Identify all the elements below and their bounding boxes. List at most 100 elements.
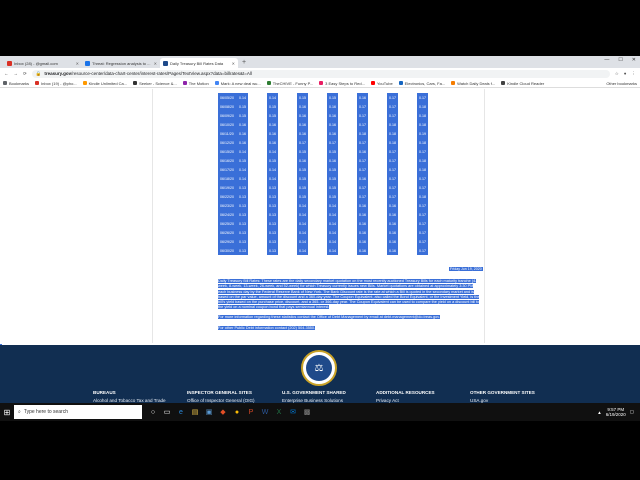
spacer-cell <box>308 138 327 147</box>
footer-column: BUREAUS Alcohol and Tobacco Tax and Trade <box>93 390 179 404</box>
spacer-cell <box>398 147 417 156</box>
close-window-button[interactable]: ✕ <box>632 57 636 63</box>
tab-favicon <box>7 60 12 66</box>
bookmark-item[interactable]: Mark: A new deal wu... <box>214 81 261 86</box>
profile-icon[interactable]: ● <box>624 71 627 76</box>
spacer-cell <box>308 111 327 120</box>
taskbar-app-icon[interactable]: ▩ <box>300 403 314 421</box>
taskbar-app-icon[interactable]: ● <box>230 403 244 421</box>
network-icon[interactable]: ▲ <box>597 410 601 415</box>
rate-cell: 0.16 <box>327 102 338 111</box>
menu-icon[interactable]: ⋮ <box>632 71 637 77</box>
footer-heading: ADDITIONAL RESOURCES <box>376 390 435 395</box>
bookmark-item[interactable]: TheCHIVE - Funny P... <box>266 81 313 86</box>
spacer-cell <box>248 129 267 138</box>
spacer-cell <box>308 129 327 138</box>
start-button[interactable]: ⊞ <box>0 403 14 421</box>
tab-title: Threat: Regression analysis to ... <box>92 60 151 66</box>
rate-cell: 0.14 <box>267 174 278 183</box>
date-cell: 06/29/20 <box>218 237 237 246</box>
taskbar-app-icon[interactable]: ✉ <box>286 403 300 421</box>
bookmark-item[interactable]: Electronics, Cars, Fa... <box>398 81 445 86</box>
clock[interactable]: 9:57 PM 6/19/2020 <box>606 407 626 418</box>
spacer-cell <box>368 219 387 228</box>
spacer-cell <box>308 246 327 255</box>
taskbar-app-icon[interactable]: ▣ <box>202 403 216 421</box>
star-icon[interactable]: ☆ <box>615 71 619 77</box>
minimize-button[interactable]: — <box>604 57 609 63</box>
spacer-cell <box>278 174 297 183</box>
spacer-cell <box>308 147 327 156</box>
rate-cell: 0.15 <box>297 183 308 192</box>
rate-cell: 0.17 <box>357 138 368 147</box>
rate-cell: 0.17 <box>357 183 368 192</box>
spacer-cell <box>278 156 297 165</box>
spacer-cell <box>248 120 267 129</box>
bookmark-favicon <box>35 81 40 85</box>
bookmark-item[interactable]: Bookmarks <box>3 81 29 86</box>
rate-cell: 0.13 <box>267 183 278 192</box>
bookmark-item[interactable]: Inbox (19) - @pho... <box>35 81 77 86</box>
back-icon[interactable]: ← <box>4 71 9 76</box>
close-tab-icon[interactable]: ✕ <box>76 61 79 66</box>
spacer-cell <box>308 237 327 246</box>
other-bookmarks[interactable]: Other bookmarks <box>606 81 637 86</box>
bookmark-item[interactable]: Seeker - Science &... <box>133 81 177 86</box>
forward-icon[interactable]: → <box>14 71 19 76</box>
rate-cell: 0.18 <box>417 102 428 111</box>
spacer-cell <box>398 138 417 147</box>
rate-cell: 0.17 <box>327 138 338 147</box>
taskbar-search[interactable]: ⌕ Type here to search <box>14 405 142 419</box>
taskbar-app-icon[interactable]: ○ <box>146 403 160 421</box>
rate-cell: 0.15 <box>327 192 338 201</box>
spacer-cell <box>398 192 417 201</box>
taskbar-app-icon[interactable]: X <box>272 403 286 421</box>
spacer-cell <box>278 228 297 237</box>
bookmark-item[interactable]: The Motion <box>182 81 209 86</box>
spacer-cell <box>368 120 387 129</box>
notifications-icon[interactable]: ▢ <box>630 409 634 415</box>
rate-cell: 0.17 <box>417 237 428 246</box>
taskbar-app-icon[interactable]: ◆ <box>216 403 230 421</box>
search-icon: ⌕ <box>18 409 21 415</box>
rate-cell: 0.16 <box>297 111 308 120</box>
spacer-cell <box>278 102 297 111</box>
rate-cell: 0.17 <box>357 156 368 165</box>
taskbar-app-icon[interactable]: P <box>244 403 258 421</box>
spacer-cell <box>338 93 357 102</box>
rate-cell: 0.17 <box>417 93 428 102</box>
rate-cell: 0.14 <box>237 93 248 102</box>
close-tab-icon[interactable]: ✕ <box>154 61 157 66</box>
spacer-cell <box>308 102 327 111</box>
bookmark-item[interactable]: Kindle Cloud Reader <box>501 81 544 86</box>
reload-icon[interactable]: ⟳ <box>23 71 27 77</box>
taskbar-app-icon[interactable]: ▤ <box>188 403 202 421</box>
new-tab-button[interactable]: + <box>238 58 250 68</box>
url-field[interactable]: 🔒 treasury.gov/resource-center/data-char… <box>31 69 610 78</box>
bookmark-item[interactable]: Kindle Unlimited Ca... <box>82 81 127 86</box>
taskbar-app-icon[interactable]: ▭ <box>160 403 174 421</box>
spacer-cell <box>398 228 417 237</box>
close-tab-icon[interactable]: ✕ <box>232 61 235 66</box>
table-row: 06/15/20 0.14 0.14 0.15 0.15 0.16 0.17 0.17 <box>218 147 428 156</box>
spacer-cell <box>248 156 267 165</box>
browser-tab[interactable]: Inbox (28) - @gmail.com ✕ <box>4 58 82 68</box>
browser-tab[interactable]: Threat: Regression analysis to ... ✕ <box>82 58 160 68</box>
bookmark-favicon <box>501 81 506 85</box>
rate-cell: 0.13 <box>237 219 248 228</box>
bookmark-item[interactable]: YouTube <box>370 81 393 86</box>
bookmark-item[interactable]: Watch Daily Deals f... <box>451 81 495 86</box>
bookmark-item[interactable]: 3 Easy Steps to Red... <box>319 81 365 86</box>
spacer-cell <box>308 210 327 219</box>
taskbar-app-icon[interactable]: W <box>258 403 272 421</box>
date-stamp: Friday Jun 19, 2020 <box>449 267 483 271</box>
spacer-cell <box>278 246 297 255</box>
browser-tab[interactable]: Daily Treasury Bill Rates Data ✕ <box>160 58 238 68</box>
maximize-button[interactable]: ☐ <box>618 57 622 63</box>
spacer-cell <box>248 111 267 120</box>
date-cell: 06/18/20 <box>218 174 237 183</box>
rate-cell: 0.16 <box>357 228 368 237</box>
rate-cell: 0.14 <box>297 201 308 210</box>
spacer-cell <box>278 192 297 201</box>
taskbar-app-icon[interactable]: e <box>174 403 188 421</box>
